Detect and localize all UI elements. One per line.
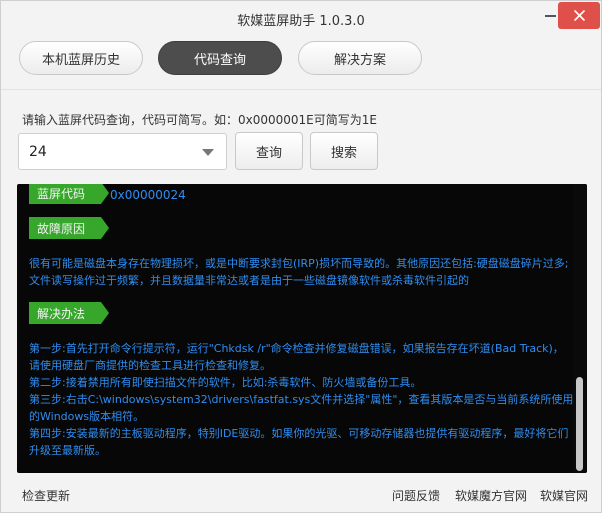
query-prompt: 请输入蓝屏代码查询，代码可简写。如：0x0000001E可简写为1E: [22, 113, 377, 127]
scroll-thumb[interactable]: [576, 377, 583, 471]
query-button[interactable]: 查询: [235, 132, 303, 170]
footer: 检查更新 问题反馈 软媒魔方官网 软媒官网: [1, 485, 601, 505]
result-content: 蓝屏代码 0x00000024 故障原因 很有可能是磁盘本身存在物理损坏，或是中…: [17, 184, 574, 473]
divider: [1, 89, 601, 90]
cause-text: 很有可能是磁盘本身存在物理损坏，或是中断要求封包(IRP)损坏而导致的。其他原因…: [29, 257, 569, 287]
code-combobox[interactable]: 24: [18, 133, 227, 170]
scrollbar[interactable]: [573, 184, 587, 473]
search-button[interactable]: 搜索: [310, 132, 378, 170]
title-bar: 软媒蓝屏助手 1.0.3.0: [1, 1, 601, 35]
tab-code-query[interactable]: 代码查询: [158, 41, 282, 75]
app-window: 软媒蓝屏助手 1.0.3.0 本机蓝屏历史 代码查询 解决方案 请输入蓝屏代码查…: [0, 0, 602, 513]
tab-local-history[interactable]: 本机蓝屏历史: [19, 41, 143, 75]
code-input-value[interactable]: 24: [29, 144, 47, 160]
official-site-link[interactable]: 软媒官网: [540, 487, 588, 504]
tab-solutions[interactable]: 解决方案: [298, 41, 422, 75]
solution-step: 第四步:安装最新的主板驱动程序，特别IDE驱动。如果你的光驱、可移动存储器也提供…: [29, 427, 569, 457]
window-title: 软媒蓝屏助手 1.0.3.0: [237, 14, 365, 29]
close-button[interactable]: [558, 2, 600, 29]
solution-step: 第三步:右击C:\windows\system32\drivers\fastfa…: [29, 393, 574, 423]
code-value: 0x00000024: [110, 188, 186, 202]
feedback-link[interactable]: 问题反馈: [392, 487, 440, 504]
cause-tag: 故障原因: [29, 217, 109, 239]
minimize-icon: [544, 15, 556, 17]
code-tag: 蓝屏代码: [29, 184, 109, 204]
close-icon: [573, 9, 585, 22]
tab-bar: 本机蓝屏历史 代码查询 解决方案: [1, 41, 601, 75]
result-panel: 蓝屏代码 0x00000024 故障原因 很有可能是磁盘本身存在物理损坏，或是中…: [17, 184, 587, 473]
mofang-site-link[interactable]: 软媒魔方官网: [455, 487, 527, 504]
check-update-link[interactable]: 检查更新: [22, 487, 70, 504]
solution-text: 第一步:首先打开命令行提示符，运行"Chkdsk /r"命令检查并修复磁盘错误，…: [29, 340, 574, 459]
solution-tag: 解决办法: [29, 302, 109, 324]
solution-step: 第二步:接着禁用所有即使扫描文件的软件，比如:杀毒软件、防火墙或备份工具。: [29, 376, 422, 389]
chevron-down-icon[interactable]: [202, 149, 214, 156]
solution-step: 第一步:首先打开命令行提示符，运行"Chkdsk /r"命令检查并修复磁盘错误，…: [29, 342, 564, 372]
